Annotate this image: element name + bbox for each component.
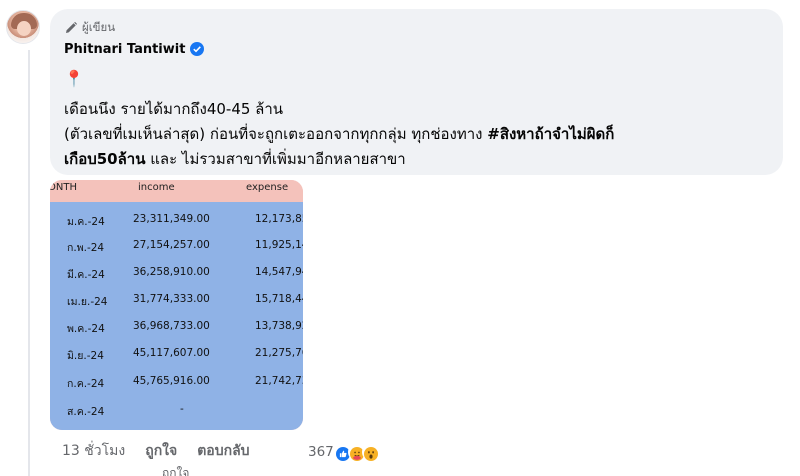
- cell-income: 36,968,733.00: [133, 320, 210, 332]
- comment-line-3: เกือบ50ล้าน และ ไม่รวมสาขาที่เพิ่มมาอีกห…: [64, 147, 769, 172]
- cell-month: ส.ค.-24: [67, 406, 105, 418]
- cell-income: 36,258,910.00: [133, 266, 210, 278]
- cell-expense: 21,275,764: [255, 347, 303, 359]
- wow-reaction-icon: [361, 443, 380, 461]
- cell-expense: 15,718,445: [255, 293, 303, 305]
- table-row: ก.ค.-24 45,765,916.00 21,742,737: [50, 373, 303, 391]
- pin-emoji: 📍: [64, 69, 84, 88]
- author-badge-row: ผู้เขียน: [64, 19, 769, 37]
- reaction-summary[interactable]: 367: [308, 441, 380, 463]
- cell-income: 45,765,916.00: [133, 375, 210, 387]
- table-row: เม.ย.-24 31,774,333.00 15,718,445: [50, 291, 303, 309]
- table-row: มิ.ย.-24 45,117,607.00 21,275,764: [50, 345, 303, 363]
- table-row: มี.ค.-24 36,258,910.00 14,547,949: [50, 264, 303, 282]
- attached-photo[interactable]: ONTH income expense ม.ค.-24 23,311,349.0…: [50, 180, 303, 430]
- comment-line-3-text: และ ไม่รวมสาขาที่เพิ่มมาอีกหลายสาขา: [145, 150, 406, 168]
- hashtag-link[interactable]: #สิงหาถ้าจำไม่ผิดก็: [487, 125, 614, 143]
- header-income: income: [138, 182, 175, 193]
- cell-month: เม.ย.-24: [67, 296, 108, 308]
- sheet-header-row: ONTH income expense: [50, 180, 303, 202]
- table-row: ม.ค.-24 23,311,349.00 12,173,859: [50, 211, 303, 229]
- cell-income: 31,774,333.00: [133, 293, 210, 305]
- avatar[interactable]: [6, 10, 40, 44]
- cell-month: มิ.ย.-24: [67, 350, 104, 362]
- cell-month: ม.ค.-24: [67, 216, 105, 228]
- table-row: พ.ค.-24 36,968,733.00 13,738,927: [50, 318, 303, 336]
- header-expense: expense: [246, 182, 289, 193]
- pencil-icon: [64, 21, 78, 35]
- cell-expense: 13,738,927: [255, 320, 303, 332]
- cell-income: 45,117,607.00: [133, 347, 210, 359]
- cell-expense: 14,547,949: [255, 266, 303, 278]
- reaction-count: 367: [308, 444, 334, 460]
- cell-month: ก.พ.-24: [67, 242, 105, 254]
- cell-income: 27,154,257.00: [133, 239, 210, 251]
- comment-line-1: เดือนนึง รายได้มากถึง40-45 ล้าน: [64, 100, 284, 118]
- author-name[interactable]: Phitnari Tantiwit: [64, 42, 185, 57]
- cell-month: พ.ค.-24: [67, 323, 105, 335]
- comment-line-2: (ตัวเลขที่เมเห็นล่าสุด) ก่อนที่จะถูกเตะอ…: [64, 122, 769, 147]
- reply-button[interactable]: ตอบกลับ: [197, 440, 249, 462]
- comment-text: เดือนนึง รายได้มากถึง40-45 ล้าน (ตัวเลขท…: [64, 97, 769, 172]
- like-button[interactable]: ถูกใจ: [145, 440, 177, 462]
- author-badge: ผู้เขียน: [82, 20, 116, 34]
- verified-badge-icon: [190, 42, 205, 56]
- avatar-face: [17, 21, 31, 36]
- comment-actions: 13 ชั่วโมง ถูกใจ ตอบกลับ: [62, 440, 270, 462]
- cell-month: มี.ค.-24: [67, 269, 105, 281]
- hashtag-continuation[interactable]: เกือบ50ล้าน: [64, 150, 145, 168]
- thread-line: [28, 50, 30, 476]
- timestamp-link[interactable]: 13 ชั่วโมง: [62, 440, 125, 462]
- cell-month: ก.ค.-24: [67, 378, 105, 390]
- comment-line-2-text: (ตัวเลขที่เมเห็นล่าสุด) ก่อนที่จะถูกเตะอ…: [64, 125, 488, 143]
- author-row: Phitnari Tantiwit: [64, 39, 769, 59]
- like-label-overflow: ถูกใจ: [162, 466, 190, 476]
- header-month: ONTH: [50, 182, 77, 193]
- cell-expense: 11,925,149: [255, 239, 303, 251]
- cell-expense: 21,742,737: [255, 375, 303, 387]
- cell-expense: 12,173,859: [255, 213, 303, 225]
- cell-income: -: [180, 403, 184, 415]
- table-row: ก.พ.-24 27,154,257.00 11,925,149: [50, 237, 303, 255]
- comment-bubble: ผู้เขียน Phitnari Tantiwit 📍 เดือนนึง รา…: [50, 9, 783, 175]
- table-row: ส.ค.-24 -: [50, 401, 303, 419]
- cell-income: 23,311,349.00: [133, 213, 210, 225]
